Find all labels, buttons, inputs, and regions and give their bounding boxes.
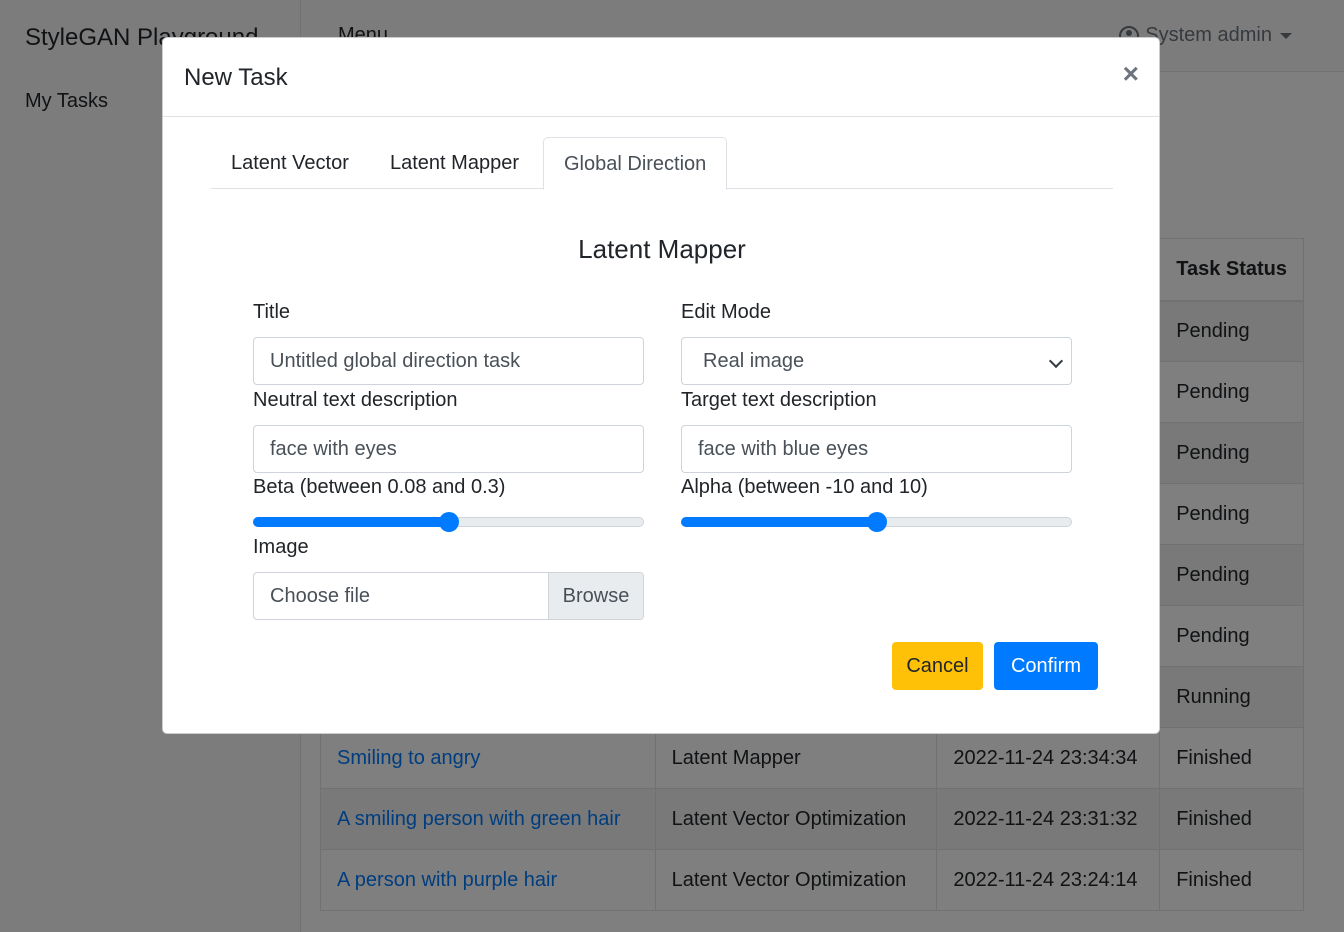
tab-latent-vector[interactable]: Latent Vector — [211, 137, 369, 189]
alpha-slider[interactable] — [681, 509, 1072, 533]
image-file-input[interactable]: Choose file Browse — [253, 572, 644, 620]
new-task-modal: New Task × Latent Vector Latent Mapper G… — [162, 37, 1160, 734]
browse-button[interactable]: Browse — [548, 573, 643, 619]
close-icon[interactable]: × — [1123, 60, 1139, 88]
edit-mode-select[interactable]: Real image — [681, 337, 1072, 385]
edit-mode-value: Real image — [703, 350, 805, 372]
tab-latent-mapper[interactable]: Latent Mapper — [370, 137, 539, 189]
title-label: Title — [253, 301, 291, 323]
chevron-down-icon — [1048, 353, 1064, 369]
beta-label: Beta (between 0.08 and 0.3) — [253, 476, 506, 498]
file-placeholder: Choose file — [270, 585, 371, 607]
slider-thumb[interactable] — [439, 512, 459, 532]
slider-fill — [681, 517, 877, 527]
confirm-button[interactable]: Confirm — [994, 642, 1098, 690]
tab-global-direction[interactable]: Global Direction — [543, 137, 728, 190]
image-label: Image — [253, 536, 309, 558]
slider-thumb[interactable] — [867, 512, 887, 532]
cancel-button[interactable]: Cancel — [892, 642, 983, 690]
alpha-label: Alpha (between -10 and 10) — [681, 476, 928, 498]
modal-header: New Task × — [163, 38, 1159, 117]
modal-title: New Task — [184, 64, 288, 91]
slider-fill — [253, 517, 449, 527]
edit-mode-label: Edit Mode — [681, 301, 772, 323]
form-heading: Latent Mapper — [578, 234, 746, 264]
task-type-tabs: Latent Vector Latent Mapper Global Direc… — [211, 137, 1113, 190]
neutral-text-label: Neutral text description — [253, 389, 458, 411]
target-text-input[interactable]: face with blue eyes — [681, 425, 1072, 473]
neutral-text-input[interactable]: face with eyes — [253, 425, 644, 473]
target-text-label: Target text description — [681, 389, 877, 411]
title-input[interactable]: Untitled global direction task — [253, 337, 644, 385]
beta-slider[interactable] — [253, 509, 644, 533]
